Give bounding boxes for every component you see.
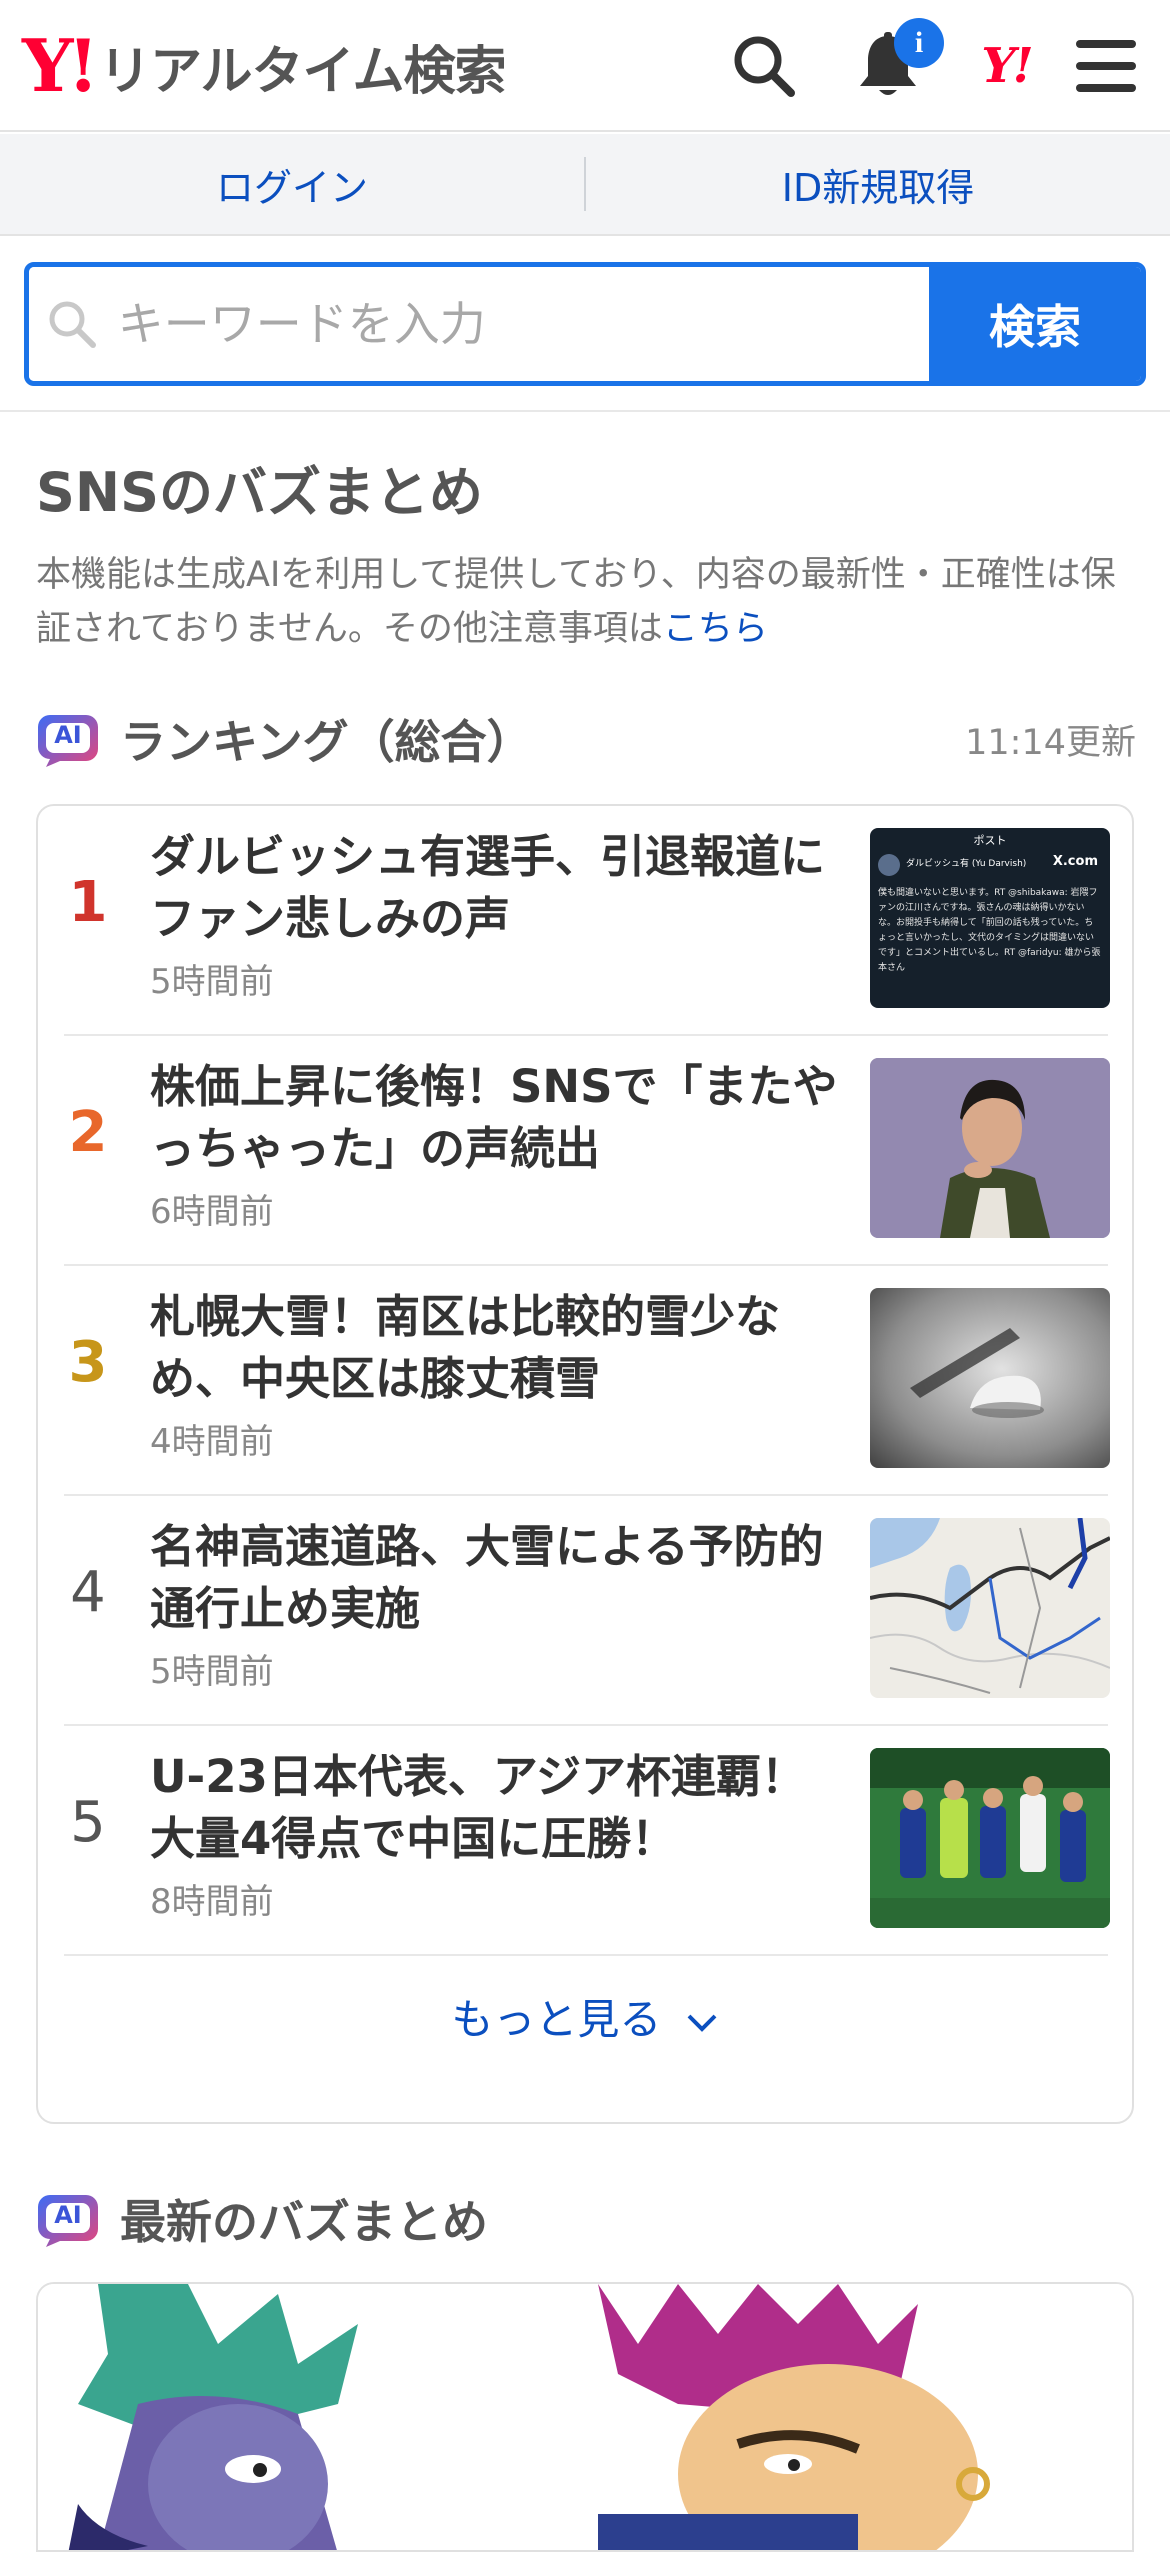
signup-link[interactable]: ID新規取得 [586, 157, 1170, 212]
rank-time: 8時間前 [150, 1882, 274, 1922]
logo-mark: Y! [22, 23, 99, 108]
rank-number: 4 [70, 1560, 106, 1625]
rank-thumbnail [870, 1748, 1110, 1928]
ranking-item[interactable]: 5 U-23日本代表、アジア杯連覇！大量4得点で中国に圧勝！ 8時間前 [64, 1726, 1110, 1956]
tweet-thumb-name: ダルビッシュ有 (Yu Darvish) [906, 859, 1027, 869]
show-more-button[interactable]: もっと見る [38, 1986, 1132, 2047]
rank-title: ダルビッシュ有選手、引退報道にファン悲しみの声 [150, 830, 826, 945]
chevron-down-icon [687, 2014, 717, 2032]
latest-buzz-image[interactable] [36, 2282, 1134, 2552]
ranking-item[interactable]: 2 株価上昇に後悔！SNSで「またやっちゃった」の声続出 6時間前 [64, 1036, 1110, 1266]
rank-number: 1 [68, 870, 108, 935]
app-header: Y! リアルタイム検索 i Y! [0, 0, 1170, 132]
ai-icon: AI [36, 709, 100, 769]
ranking-card: 1 ダルビッシュ有選手、引退報道にファン悲しみの声 5時間前 ポスト ダルビッシ… [36, 804, 1134, 2124]
tweet-thumb-header: ポスト [973, 834, 1007, 847]
rank-time: 6時間前 [150, 1192, 274, 1232]
search-icon[interactable] [722, 24, 806, 108]
avatar [878, 854, 900, 876]
logo-text: リアルタイム検索 [99, 41, 506, 102]
rank-time: 5時間前 [150, 1652, 274, 1692]
login-link[interactable]: ログイン [0, 157, 584, 212]
rank-title: 名神高速道路、大雪による予防的通行止め実施 [150, 1520, 824, 1635]
ai-icon-label: AI [54, 2201, 82, 2229]
disclaimer-link[interactable]: こちら [663, 609, 768, 649]
ranking-updated: 11:14更新 [965, 722, 1136, 763]
menu-icon[interactable] [1064, 24, 1148, 108]
tweet-thumb-body: 僕も間違いないと思います。RT @shibakawa: 岩隈ファンの江川さんです… [878, 888, 1101, 973]
ai-icon: AI [36, 2189, 100, 2249]
login-bar: ログイン ID新規取得 [0, 134, 1170, 236]
search-box: 検索 [24, 262, 1146, 386]
rank-time: 4時間前 [150, 1422, 274, 1462]
rank-thumbnail [870, 1058, 1110, 1238]
rank-title: 株価上昇に後悔！SNSで「またやっちゃった」の声続出 [150, 1060, 838, 1175]
rank-time: 5時間前 [150, 962, 274, 1002]
search-field[interactable] [29, 267, 929, 381]
section-divider [0, 410, 1170, 412]
sns-disclaimer: 本機能は生成AIを利用して提供しており、内容の最新性・正確性は保証されておりませ… [36, 548, 1146, 656]
yahoo-mini-logo: Y! [981, 38, 1033, 94]
tweet-thumb-brand: X.com [1052, 854, 1098, 869]
ranking-item[interactable]: 4 名神高速道路、大雪による予防的通行止め実施 5時間前 [64, 1496, 1110, 1726]
rank-thumbnail: ポスト ダルビッシュ有 (Yu Darvish) X.com 僕も間違いないと思… [870, 828, 1110, 1008]
search-input[interactable] [115, 296, 929, 352]
rank-title: 札幌大雪！南区は比較的雪少なめ、中央区は膝丈積雪 [150, 1290, 781, 1405]
search-field-icon [29, 298, 116, 350]
notification-bell-icon[interactable]: i [846, 18, 944, 108]
notification-badge: i [894, 18, 944, 68]
rank-number: 5 [70, 1790, 106, 1855]
rank-number: 2 [68, 1100, 108, 1165]
rank-thumbnail [870, 1518, 1110, 1698]
yahoo-top-link[interactable]: Y! [964, 24, 1048, 108]
yahoo-realtime-logo[interactable]: Y! リアルタイム検索 [22, 23, 506, 108]
search-button[interactable]: 検索 [929, 267, 1141, 381]
ranking-title: ランキング（総合） [120, 715, 533, 769]
ai-icon-label: AI [54, 721, 82, 749]
rank-title: U-23日本代表、アジア杯連覇！大量4得点で中国に圧勝！ [150, 1750, 807, 1865]
rank-thumbnail [870, 1288, 1110, 1468]
ranking-header: AI ランキング（総合） 11:14更新 [36, 704, 1136, 774]
ranking-item[interactable]: 1 ダルビッシュ有選手、引退報道にファン悲しみの声 5時間前 ポスト ダルビッシ… [64, 806, 1110, 1036]
show-more-label: もっと見る [451, 1995, 662, 2044]
sns-buzz-title: SNSのバズまとめ [36, 461, 483, 524]
disclaimer-text: 本機能は生成AIを利用して提供しており、内容の最新性・正確性は保証されておりませ… [36, 555, 1116, 649]
rank-number: 3 [68, 1330, 108, 1395]
latest-buzz-title: 最新のバズまとめ [120, 2195, 488, 2249]
ranking-item[interactable]: 3 札幌大雪！南区は比較的雪少なめ、中央区は膝丈積雪 4時間前 [64, 1266, 1110, 1496]
latest-buzz-header: AI 最新のバズまとめ [36, 2184, 1136, 2254]
